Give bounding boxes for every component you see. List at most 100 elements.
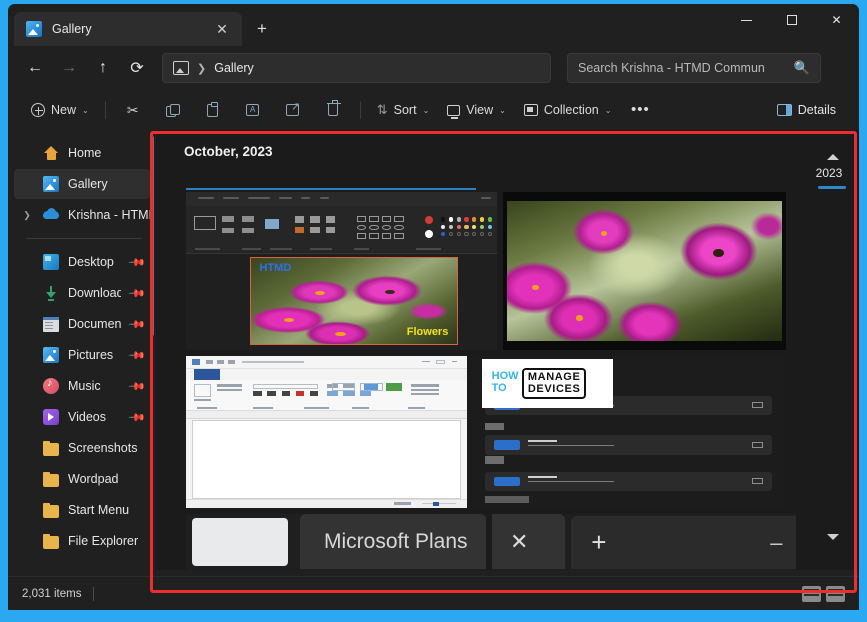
maximize-button[interactable] [769, 4, 814, 36]
address-bar[interactable]: ❯ Gallery [162, 53, 551, 83]
gallery-item-htmd-settings[interactable]: HOW TO MANAGE DEVICES [473, 356, 784, 508]
sidebar-item-label: Desktop [68, 255, 114, 269]
status-bar: 2,031 items [8, 576, 859, 610]
sidebar-item-home[interactable]: ❯ Home [14, 138, 150, 168]
settings-row [485, 471, 772, 492]
folder-icon [43, 502, 59, 518]
downloads-arrow-icon [43, 285, 59, 301]
view-toggle-group [802, 585, 845, 602]
up-button[interactable]: ↑ [86, 53, 120, 83]
details-view-icon[interactable] [802, 585, 821, 602]
scissors-icon: ✂ [126, 102, 139, 118]
expander: ❯ [20, 443, 34, 454]
sidebar-item-documents[interactable]: ❯ Documents 📌 [14, 309, 150, 339]
sidebar-item-label: File Explorer [68, 534, 139, 548]
search-input[interactable]: Search Krishna - HTMD Commun [578, 61, 794, 75]
htmd-logo-how: HOW [491, 370, 519, 383]
view-button[interactable]: View ⌄ [438, 95, 515, 125]
settings-row-title [528, 476, 557, 479]
copy-icon [166, 103, 181, 117]
new-tab-button[interactable]: + [246, 14, 278, 44]
tiles-view-icon[interactable] [826, 585, 845, 602]
sidebar-scrollbar[interactable] [150, 136, 154, 336]
refresh-button[interactable]: ⟳ [120, 53, 154, 83]
pin-icon[interactable]: 📌 [128, 408, 147, 426]
gallery-item-browser-right[interactable]: ✕ + – [492, 514, 796, 570]
sidebar-item-wordpad[interactable]: ❯ Wordpad [14, 464, 150, 494]
gallery-item-pink-flowers-photo[interactable] [503, 192, 786, 350]
cut-button[interactable]: ✂ [113, 95, 153, 125]
scroll-up-icon[interactable] [827, 154, 839, 160]
rename-button[interactable]: A [233, 95, 273, 125]
share-button[interactable] [273, 95, 313, 125]
new-button-label: New [51, 103, 77, 117]
details-pane-button[interactable]: Details [768, 95, 845, 125]
folder-icon [43, 471, 59, 487]
details-pane-icon [776, 104, 792, 116]
sidebar-item-gallery[interactable]: ❯ Gallery [14, 169, 150, 199]
sidebar-item-music[interactable]: ❯ Music 📌 [14, 371, 150, 401]
sidebar-item-label: Wordpad [68, 472, 119, 486]
back-button[interactable]: ← [18, 53, 52, 83]
close-window-button[interactable]: ✕ [814, 4, 859, 36]
expander: ❯ [20, 148, 34, 159]
chevron-down-icon: ⌄ [82, 105, 89, 115]
collection-icon [523, 104, 538, 116]
word-titlebar [186, 356, 467, 369]
pin-icon[interactable]: 📌 [128, 284, 147, 302]
sidebar-item-file-explorer[interactable]: ❯ File Explorer [14, 526, 150, 556]
forward-button[interactable]: → [52, 53, 86, 83]
search-box[interactable]: Search Krishna - HTMD Commun 🔍 [567, 53, 821, 83]
minimize-button[interactable] [724, 4, 769, 36]
paint-overlay-text-bottom: Flowers [406, 325, 449, 338]
more-options-button[interactable]: ••• [620, 95, 660, 125]
breadcrumb[interactable]: Gallery [214, 61, 254, 75]
monitor-icon [447, 104, 461, 119]
photo-content [507, 201, 782, 341]
sidebar-item-videos[interactable]: ❯ Videos 📌 [14, 402, 150, 432]
paste-button[interactable] [193, 95, 233, 125]
year-label: 2023 [815, 166, 843, 180]
gallery-row: Microsoft Plans ✕ + – [186, 514, 796, 570]
close-icon[interactable]: ✕ [210, 17, 234, 41]
expander: ❯ [20, 319, 34, 330]
expander: ❯ [20, 257, 34, 268]
plus-icon: + [591, 527, 607, 558]
gallery-item-paint-flowers[interactable]: HTMD Flowers [186, 192, 497, 350]
collection-button-label: Collection [543, 103, 599, 117]
search-icon[interactable]: 🔍 [794, 60, 810, 76]
tab-gallery[interactable]: Gallery ✕ [14, 12, 242, 46]
sidebar-item-downloads[interactable]: ❯ Downloads 📌 [14, 278, 150, 308]
word-ribbon [186, 379, 467, 412]
gallery-item-browser-left[interactable]: Microsoft Plans [186, 514, 486, 570]
pin-icon[interactable]: 📌 [128, 346, 147, 364]
gallery-row: HOW TO MANAGE DEVICES [186, 356, 796, 508]
delete-button[interactable] [313, 95, 353, 125]
sidebar-item-label: Krishna - HTMD [68, 208, 150, 222]
sidebar-item-desktop[interactable]: ❯ Desktop 📌 [14, 247, 150, 277]
sidebar-item-start-menu[interactable]: ❯ Start Menu [14, 495, 150, 525]
pin-icon[interactable]: 📌 [128, 377, 147, 395]
rename-icon: A [246, 104, 260, 116]
onedrive-cloud-icon [43, 207, 59, 223]
close-icon: ✕ [510, 528, 529, 554]
sidebar-item-screenshots[interactable]: ❯ Screenshots [14, 433, 150, 463]
pin-icon[interactable]: 📌 [128, 315, 147, 333]
scroll-down-icon[interactable] [827, 534, 839, 540]
title-bar: Gallery ✕ + ✕ [8, 4, 859, 46]
chevron-right-icon[interactable]: ❯ [20, 210, 34, 221]
chevron-down-icon: ⌄ [499, 105, 506, 115]
gallery-item-wordpad-document[interactable] [186, 356, 467, 508]
new-button[interactable]: New ⌄ [22, 95, 98, 125]
word-page [191, 419, 462, 499]
year-scrollbar[interactable]: 2023 [807, 130, 859, 570]
browser-tab-end: ✕ [492, 514, 565, 570]
htmd-logo-manage: MANAGE [527, 370, 581, 383]
gallery-content-area: October, 2023 HTMD Flowers HOW TO MANAGE… [156, 130, 859, 570]
sort-button[interactable]: ⇅ Sort ⌄ [368, 95, 439, 125]
pin-icon[interactable]: 📌 [128, 253, 147, 271]
sidebar-item-krishna-htmd[interactable]: ❯ Krishna - HTMD [14, 200, 150, 230]
sidebar-item-pictures[interactable]: ❯ Pictures 📌 [14, 340, 150, 370]
copy-button[interactable] [153, 95, 193, 125]
collection-button[interactable]: Collection ⌄ [515, 95, 621, 125]
